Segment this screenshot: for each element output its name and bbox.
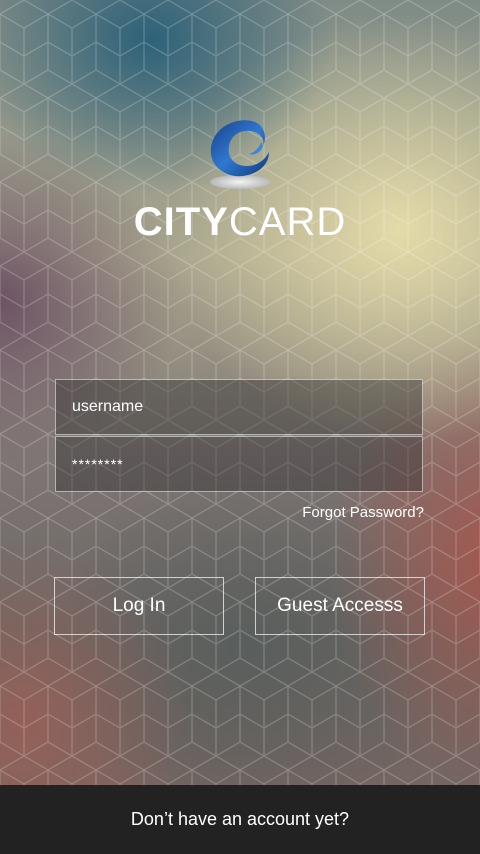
brand-wordmark-card: CARD <box>228 200 347 244</box>
login-button[interactable]: Log In <box>54 577 224 635</box>
forgot-password-link[interactable]: Forgot Password? <box>302 504 424 521</box>
password-field[interactable] <box>55 436 423 492</box>
username-input[interactable] <box>56 380 422 434</box>
brand-wordmark-city: CITY <box>133 200 229 244</box>
brand-logo: CITYCARD <box>0 110 480 250</box>
citycard-logo-icon <box>210 120 270 189</box>
brand-wordmark: CITYCARD <box>0 200 480 245</box>
password-input[interactable] <box>56 437 422 491</box>
guest-access-button[interactable]: Guest Accesss <box>255 577 425 635</box>
username-field[interactable] <box>55 379 423 435</box>
signup-footer-link[interactable]: Don’t have an account yet? <box>0 785 480 854</box>
